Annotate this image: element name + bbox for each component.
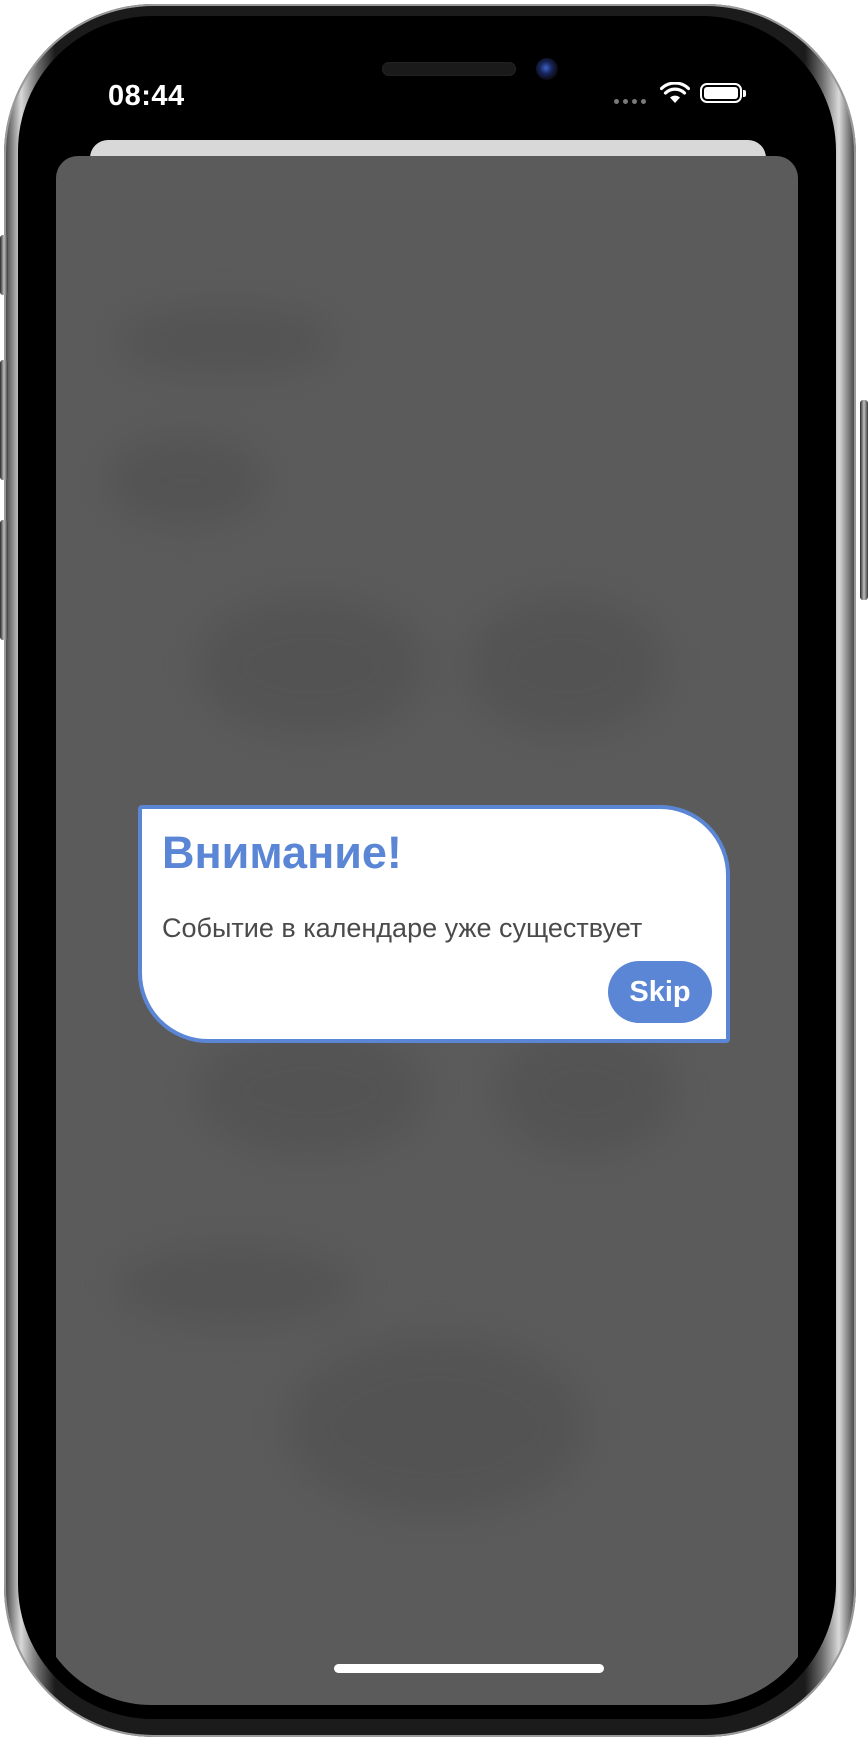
volume-up-button: [0, 360, 8, 480]
page: 08:44 Внимание! Событие в календаре уже …: [0, 0, 868, 1743]
blurred-content: [286, 1336, 586, 1516]
volume-down-button: [0, 520, 8, 640]
alert-dialog: Внимание! Событие в календаре уже сущест…: [138, 805, 730, 1043]
earpiece-speaker: [382, 62, 516, 76]
blurred-content: [466, 596, 666, 736]
blurred-content: [116, 1246, 356, 1326]
alert-title: Внимание!: [162, 827, 402, 878]
home-indicator[interactable]: [334, 1664, 604, 1673]
front-camera-icon: [536, 58, 558, 80]
silent-switch: [0, 235, 8, 295]
alert-message: Событие в календаре уже существует: [162, 913, 643, 943]
blurred-content: [196, 596, 426, 736]
status-time: 08:44: [108, 80, 185, 112]
signal-dots-icon: [614, 82, 646, 104]
blurred-content: [496, 1026, 676, 1156]
blurred-content: [106, 436, 266, 526]
blurred-content: [196, 1026, 426, 1156]
blurred-content: [116, 306, 336, 376]
power-button: [860, 400, 868, 600]
battery-icon: [700, 83, 746, 103]
status-indicators: [614, 82, 746, 104]
skip-button[interactable]: Skip: [608, 961, 712, 1023]
wifi-icon: [660, 82, 690, 104]
